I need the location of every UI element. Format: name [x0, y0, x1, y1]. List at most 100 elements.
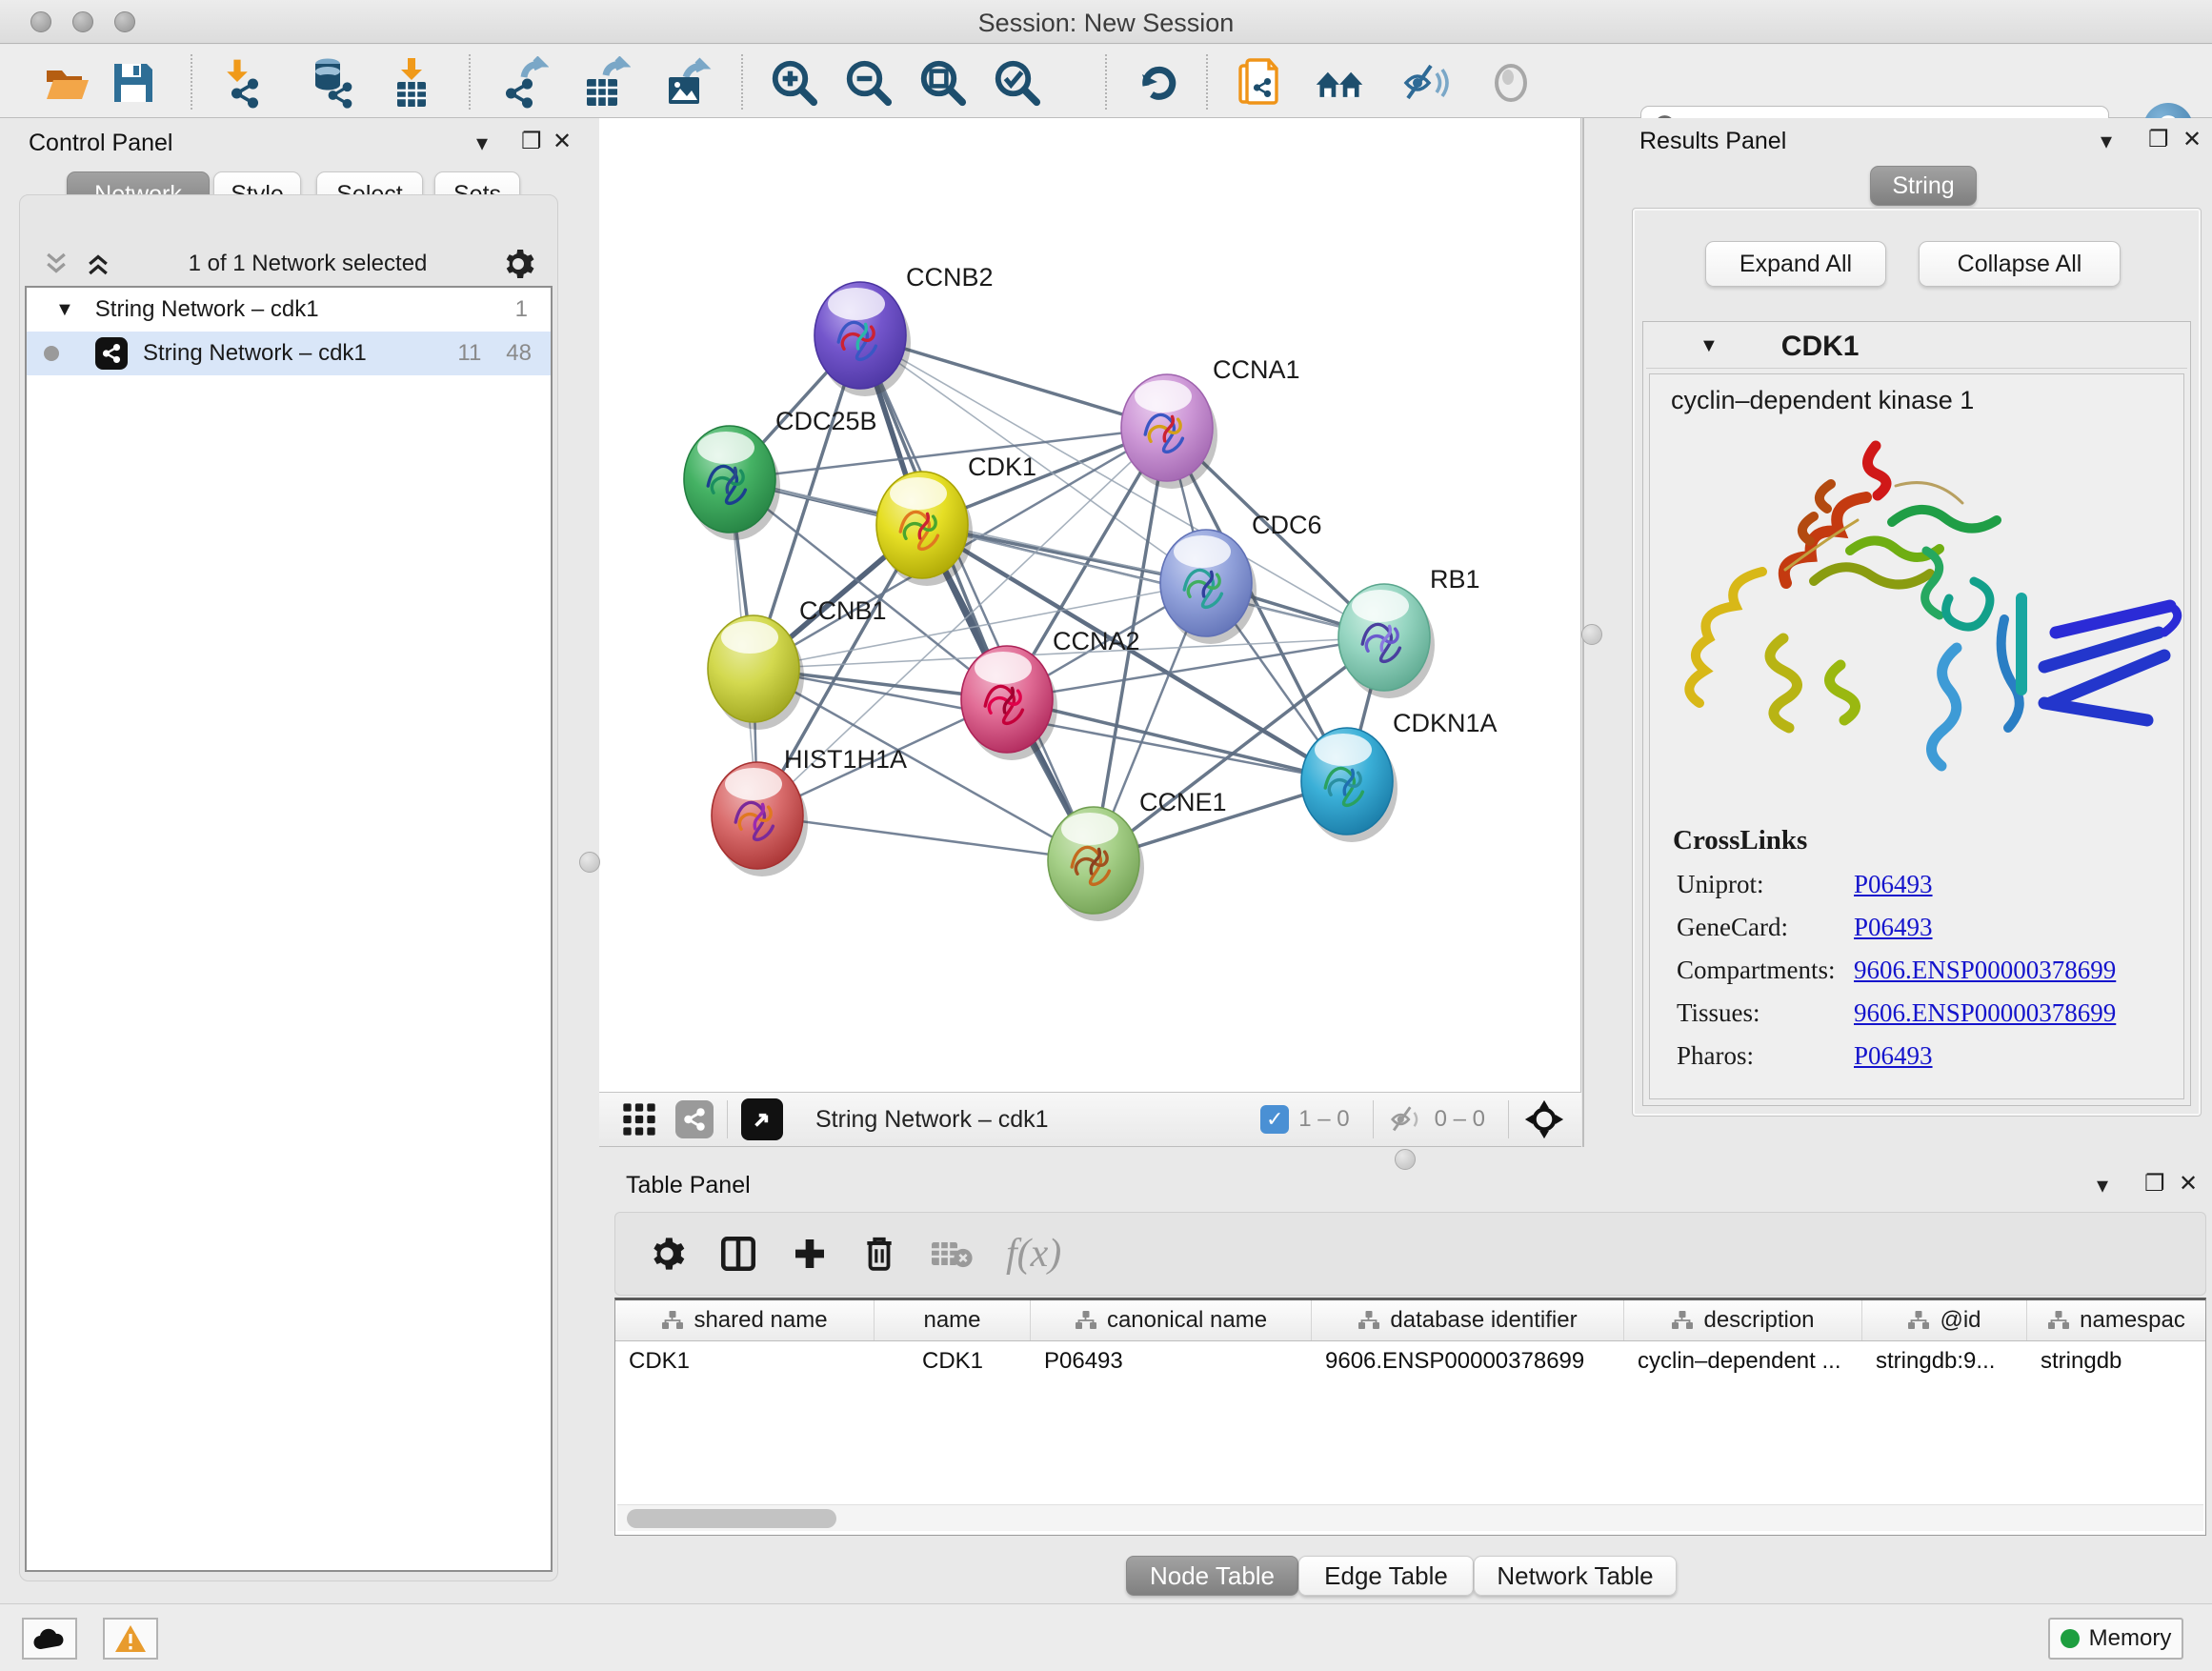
float-panel-icon[interactable]: ❐	[2144, 1170, 2165, 1198]
crosslink-value[interactable]: 9606.ENSP00000378699	[1854, 998, 2116, 1028]
table-row[interactable]: CDK1CDK1P064939606.ENSP00000378699cyclin…	[615, 1341, 2205, 1381]
locate-crosshair-icon[interactable]	[1522, 1097, 1566, 1141]
expand-all-icon[interactable]	[82, 250, 114, 278]
crosslink-row: Tissues:9606.ENSP00000378699	[1677, 998, 2183, 1028]
tab-edge-table[interactable]: Edge Table	[1298, 1556, 1474, 1596]
add-column-button[interactable]	[791, 1235, 829, 1273]
tab-string[interactable]: String	[1870, 166, 1977, 206]
show-columns-button[interactable]	[718, 1234, 758, 1274]
delete-column-button[interactable]	[861, 1234, 897, 1274]
gene-description: cyclin–dependent kinase 1	[1671, 386, 2183, 415]
warning-button[interactable]	[103, 1618, 158, 1660]
gene-header-row[interactable]: ▼ CDK1	[1646, 325, 2187, 369]
node-CCNE1[interactable]: CCNE1	[1048, 788, 1227, 921]
zoom-selected-button[interactable]	[991, 56, 1044, 110]
share-view-icon[interactable]	[675, 1100, 714, 1138]
refresh-view-button[interactable]	[1132, 56, 1185, 110]
table-cell[interactable]: stringdb:9...	[1862, 1341, 2027, 1381]
export-table-button[interactable]	[577, 56, 631, 110]
close-panel-icon[interactable]: ✕	[2182, 126, 2202, 153]
table-cell[interactable]: stringdb	[2027, 1341, 2205, 1381]
table-settings-button[interactable]	[648, 1235, 686, 1273]
triangle-down-icon[interactable]: ▼	[1699, 335, 1719, 357]
edge-CCNB2-CCNE1[interactable]	[860, 335, 1094, 860]
close-panel-icon[interactable]: ✕	[553, 128, 572, 155]
import-network-button[interactable]	[219, 56, 272, 110]
table-body[interactable]: CDK1CDK1P064939606.ENSP00000378699cyclin…	[615, 1341, 2205, 1381]
column-header[interactable]: description	[1624, 1300, 1862, 1340]
column-header[interactable]: database identifier	[1312, 1300, 1624, 1340]
panel-menu-icon[interactable]: ▾	[476, 130, 488, 157]
edge-CCNA2-CDKN1A[interactable]	[1007, 699, 1347, 781]
triangle-down-icon[interactable]: ▼	[55, 299, 74, 321]
zoom-in-button[interactable]	[768, 56, 821, 110]
column-header[interactable]: namespac	[2027, 1300, 2205, 1340]
scrollbar-thumb[interactable]	[627, 1509, 836, 1528]
close-panel-icon[interactable]: ✕	[2179, 1170, 2198, 1198]
tab-node-table[interactable]: Node Table	[1126, 1556, 1298, 1596]
hide-graphics-details-button[interactable]	[1398, 56, 1452, 110]
save-session-button[interactable]	[107, 56, 160, 110]
node-table[interactable]: shared namenamecanonical namedatabase id…	[614, 1298, 2206, 1536]
node-CDKN1A[interactable]: CDKN1A	[1301, 709, 1498, 842]
open-session-button[interactable]	[40, 56, 93, 110]
column-header[interactable]: shared name	[615, 1300, 875, 1340]
crosslink-value[interactable]: P06493	[1854, 1041, 1933, 1071]
horizontal-scrollbar[interactable]	[617, 1504, 2203, 1531]
shared-column-icon	[2047, 1310, 2070, 1331]
table-cell[interactable]: CDK1	[615, 1341, 875, 1381]
shared-column-icon	[1357, 1310, 1380, 1331]
crosslink-value[interactable]: P06493	[1854, 913, 1933, 942]
zoom-fit-button[interactable]	[916, 56, 970, 110]
panel-menu-icon[interactable]: ▾	[2097, 1172, 2108, 1199]
memory-button[interactable]: Memory	[2048, 1618, 2183, 1660]
network-collection-row[interactable]: ▼ String Network – cdk1 1	[27, 288, 551, 332]
splitter-handle[interactable]	[1581, 624, 1602, 645]
network-canvas[interactable]: CCNB2CCNA1CDC25BCDK1CDC6RB1CCNB1CCNA2CDK…	[599, 118, 1581, 1092]
column-header[interactable]: name	[875, 1300, 1031, 1340]
table-cell[interactable]: cyclin–dependent ...	[1624, 1341, 1862, 1381]
collapse-all-icon[interactable]	[40, 250, 72, 278]
hidden-eye-icon[interactable]	[1387, 1103, 1425, 1136]
grid-view-icon[interactable]	[620, 1100, 658, 1138]
float-panel-icon[interactable]: ❐	[2148, 126, 2169, 153]
splitter-handle[interactable]	[579, 852, 600, 873]
crosslink-value[interactable]: 9606.ENSP00000378699	[1854, 956, 2116, 985]
expand-all-button[interactable]: Expand All	[1705, 241, 1886, 287]
node-CDC6[interactable]: CDC6	[1160, 511, 1322, 644]
shared-column-icon	[1671, 1310, 1694, 1331]
column-header[interactable]: canonical name	[1031, 1300, 1312, 1340]
cloud-button[interactable]	[22, 1618, 77, 1660]
table-header-row[interactable]: shared namenamecanonical namedatabase id…	[615, 1300, 2205, 1341]
zoom-out-button[interactable]	[842, 56, 895, 110]
table-cell[interactable]: 9606.ENSP00000378699	[1312, 1341, 1624, 1381]
network-status-dot	[44, 346, 59, 361]
delete-table-button-disabled	[930, 1237, 974, 1271]
node-RB1[interactable]: RB1	[1338, 565, 1480, 698]
node-CDK1[interactable]: CDK1	[876, 453, 1036, 586]
houses-button[interactable]	[1313, 56, 1366, 110]
node-CCNB2[interactable]: CCNB2	[814, 263, 994, 396]
duplicate-network-button[interactable]	[1233, 56, 1286, 110]
import-table-button[interactable]	[385, 56, 438, 110]
network-row-selected[interactable]: String Network – cdk1 11 48	[27, 332, 551, 375]
column-header[interactable]: @id	[1862, 1300, 2027, 1340]
table-cell[interactable]: CDK1	[875, 1341, 1031, 1381]
crosslink-value[interactable]: P06493	[1854, 870, 1933, 899]
houses-icon	[1313, 56, 1366, 110]
network-graph[interactable]: CCNB2CCNA1CDC25BCDK1CDC6RB1CCNB1CCNA2CDK…	[599, 118, 1581, 1092]
panel-menu-icon[interactable]: ▾	[2101, 128, 2112, 155]
birds-eye-view-icon[interactable]	[741, 1098, 783, 1140]
gear-icon[interactable]	[501, 247, 535, 281]
export-image-button[interactable]	[659, 56, 713, 110]
collapse-all-button[interactable]: Collapse All	[1919, 241, 2121, 287]
selected-nodes-checkbox[interactable]: ✓	[1260, 1105, 1289, 1134]
float-panel-icon[interactable]: ❐	[521, 128, 542, 155]
tab-network-table[interactable]: Network Table	[1474, 1556, 1677, 1596]
export-network-button[interactable]	[495, 56, 549, 110]
node-label-CDK1: CDK1	[968, 453, 1036, 481]
import-network-from-database-button[interactable]	[303, 56, 356, 110]
table-cell[interactable]: P06493	[1031, 1341, 1312, 1381]
node-HIST1H1A[interactable]: HIST1H1A	[712, 745, 907, 876]
splitter-handle[interactable]	[1395, 1149, 1416, 1170]
